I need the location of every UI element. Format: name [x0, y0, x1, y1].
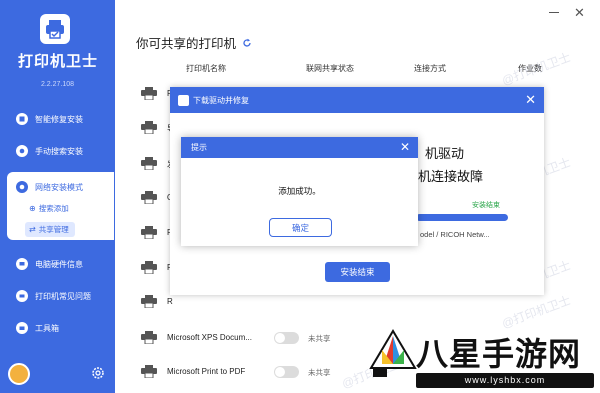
sidebar: 打印机卫士 2.2.27.108 智能修复安装 手动搜索安装 网络安装模式 ⊕ …: [0, 0, 115, 393]
printer-name: Microsoft XPS Docum...: [167, 333, 252, 342]
confirm-button[interactable]: 确定: [269, 218, 332, 237]
sidebar-item-hardware-info[interactable]: 电脑硬件信息: [0, 251, 115, 277]
brand-name: 八星手游网: [416, 335, 582, 373]
printer-name: R: [167, 297, 173, 306]
network-icon: [16, 181, 28, 193]
install-finished-button[interactable]: 安装结束: [325, 262, 390, 282]
site-brand-watermark: 八星手游网 www.lyshbx.com: [368, 325, 600, 393]
avatar[interactable]: [8, 363, 30, 385]
sidebar-item-label: 网络安装模式: [35, 182, 83, 192]
sidebar-subitem-search-add[interactable]: ⊕ 搜索添加: [29, 203, 69, 214]
column-header-connection: 连接方式: [414, 64, 446, 73]
printer-icon: [141, 226, 157, 239]
column-header-share-status: 联网共享状态: [306, 64, 354, 73]
minimize-button[interactable]: [549, 12, 559, 13]
tip-dialog-title: 提示: [191, 143, 207, 152]
column-header-name: 打印机名称: [186, 64, 226, 73]
search-icon: ⊕: [29, 204, 36, 213]
printer-logo-icon: [46, 20, 64, 39]
hand-icon: [16, 145, 28, 157]
install-status: 安装结束: [472, 202, 500, 209]
share-toggle[interactable]: [274, 366, 299, 378]
brand-logo-icon: [369, 329, 417, 377]
sidebar-item-label: 工具箱: [35, 323, 59, 333]
sidebar-subitem-share-manage[interactable]: ⇄ 共享管理: [25, 222, 75, 237]
printer-icon: [141, 295, 157, 308]
dialog-heading-line2: 机连接故障: [418, 169, 484, 184]
share-status: 未共享: [308, 368, 331, 377]
page-title: 你可共享的打印机: [136, 33, 252, 52]
printer-icon: [141, 191, 157, 204]
app-logo: [40, 14, 70, 44]
tip-dialog-header: 提示: [181, 137, 418, 158]
app-version: 2.2.27.108: [40, 81, 75, 88]
network-install-group: 网络安装模式 ⊕ 搜索添加 ⇄ 共享管理: [7, 172, 114, 240]
sidebar-item-label: 打印机常见问题: [35, 291, 91, 301]
sidebar-item-label: 手动搜索安装: [35, 146, 83, 156]
printer-name: Microsoft Print to PDF: [167, 367, 246, 376]
share-status: 未共享: [308, 334, 331, 343]
printer-icon: [141, 331, 157, 344]
install-progress-bar: [416, 214, 508, 221]
sidebar-item-smart-repair[interactable]: 智能修复安装: [0, 106, 115, 132]
sidebar-item-label: 智能修复安装: [35, 114, 83, 124]
tip-message: 添加成功。: [278, 186, 321, 196]
close-icon[interactable]: ✕: [525, 92, 536, 108]
tip-dialog: 提示 ✕ 添加成功。 确定: [181, 137, 418, 246]
wrench-icon: [16, 113, 28, 125]
refresh-icon[interactable]: [242, 38, 252, 48]
close-icon[interactable]: ✕: [400, 140, 410, 154]
dialog-heading-line1: 机驱动: [425, 146, 465, 161]
sidebar-item-label: 电脑硬件信息: [35, 259, 83, 269]
dialog-title: 下载驱动并修复: [193, 95, 249, 105]
share-icon: ⇄: [29, 225, 36, 234]
printer-icon: [141, 365, 157, 378]
sidebar-item-printer-faq[interactable]: 打印机常见问题: [0, 283, 115, 309]
app-name: 打印机卫士: [17, 53, 98, 70]
page-title-text: 你可共享的打印机: [136, 37, 237, 51]
sidebar-item-network-install[interactable]: 网络安装模式: [7, 174, 114, 200]
close-window-button[interactable]: ✕: [574, 5, 585, 21]
printer-icon: [141, 87, 157, 100]
sidebar-item-toolbox[interactable]: 工具箱: [0, 315, 115, 341]
share-toggle[interactable]: [274, 332, 299, 344]
printer-icon: [141, 261, 157, 274]
computer-icon: [16, 258, 28, 270]
brand-url: www.lyshbx.com: [416, 373, 594, 388]
app-small-icon: [178, 94, 189, 106]
printer-model: odel / RICOH Netw...: [420, 230, 490, 239]
printer-icon: [141, 121, 157, 134]
printer-icon: [141, 157, 157, 170]
printer-icon: [16, 290, 28, 302]
column-header-jobs: 作业数: [518, 64, 542, 73]
sidebar-subitem-label: 共享管理: [38, 225, 69, 234]
gear-icon[interactable]: [91, 366, 105, 380]
toolbox-icon: [16, 322, 28, 334]
dialog-header: 下载驱动并修复: [170, 87, 544, 113]
sidebar-subitem-label: 搜索添加: [38, 204, 69, 213]
sidebar-item-manual-search[interactable]: 手动搜索安装: [0, 138, 115, 164]
